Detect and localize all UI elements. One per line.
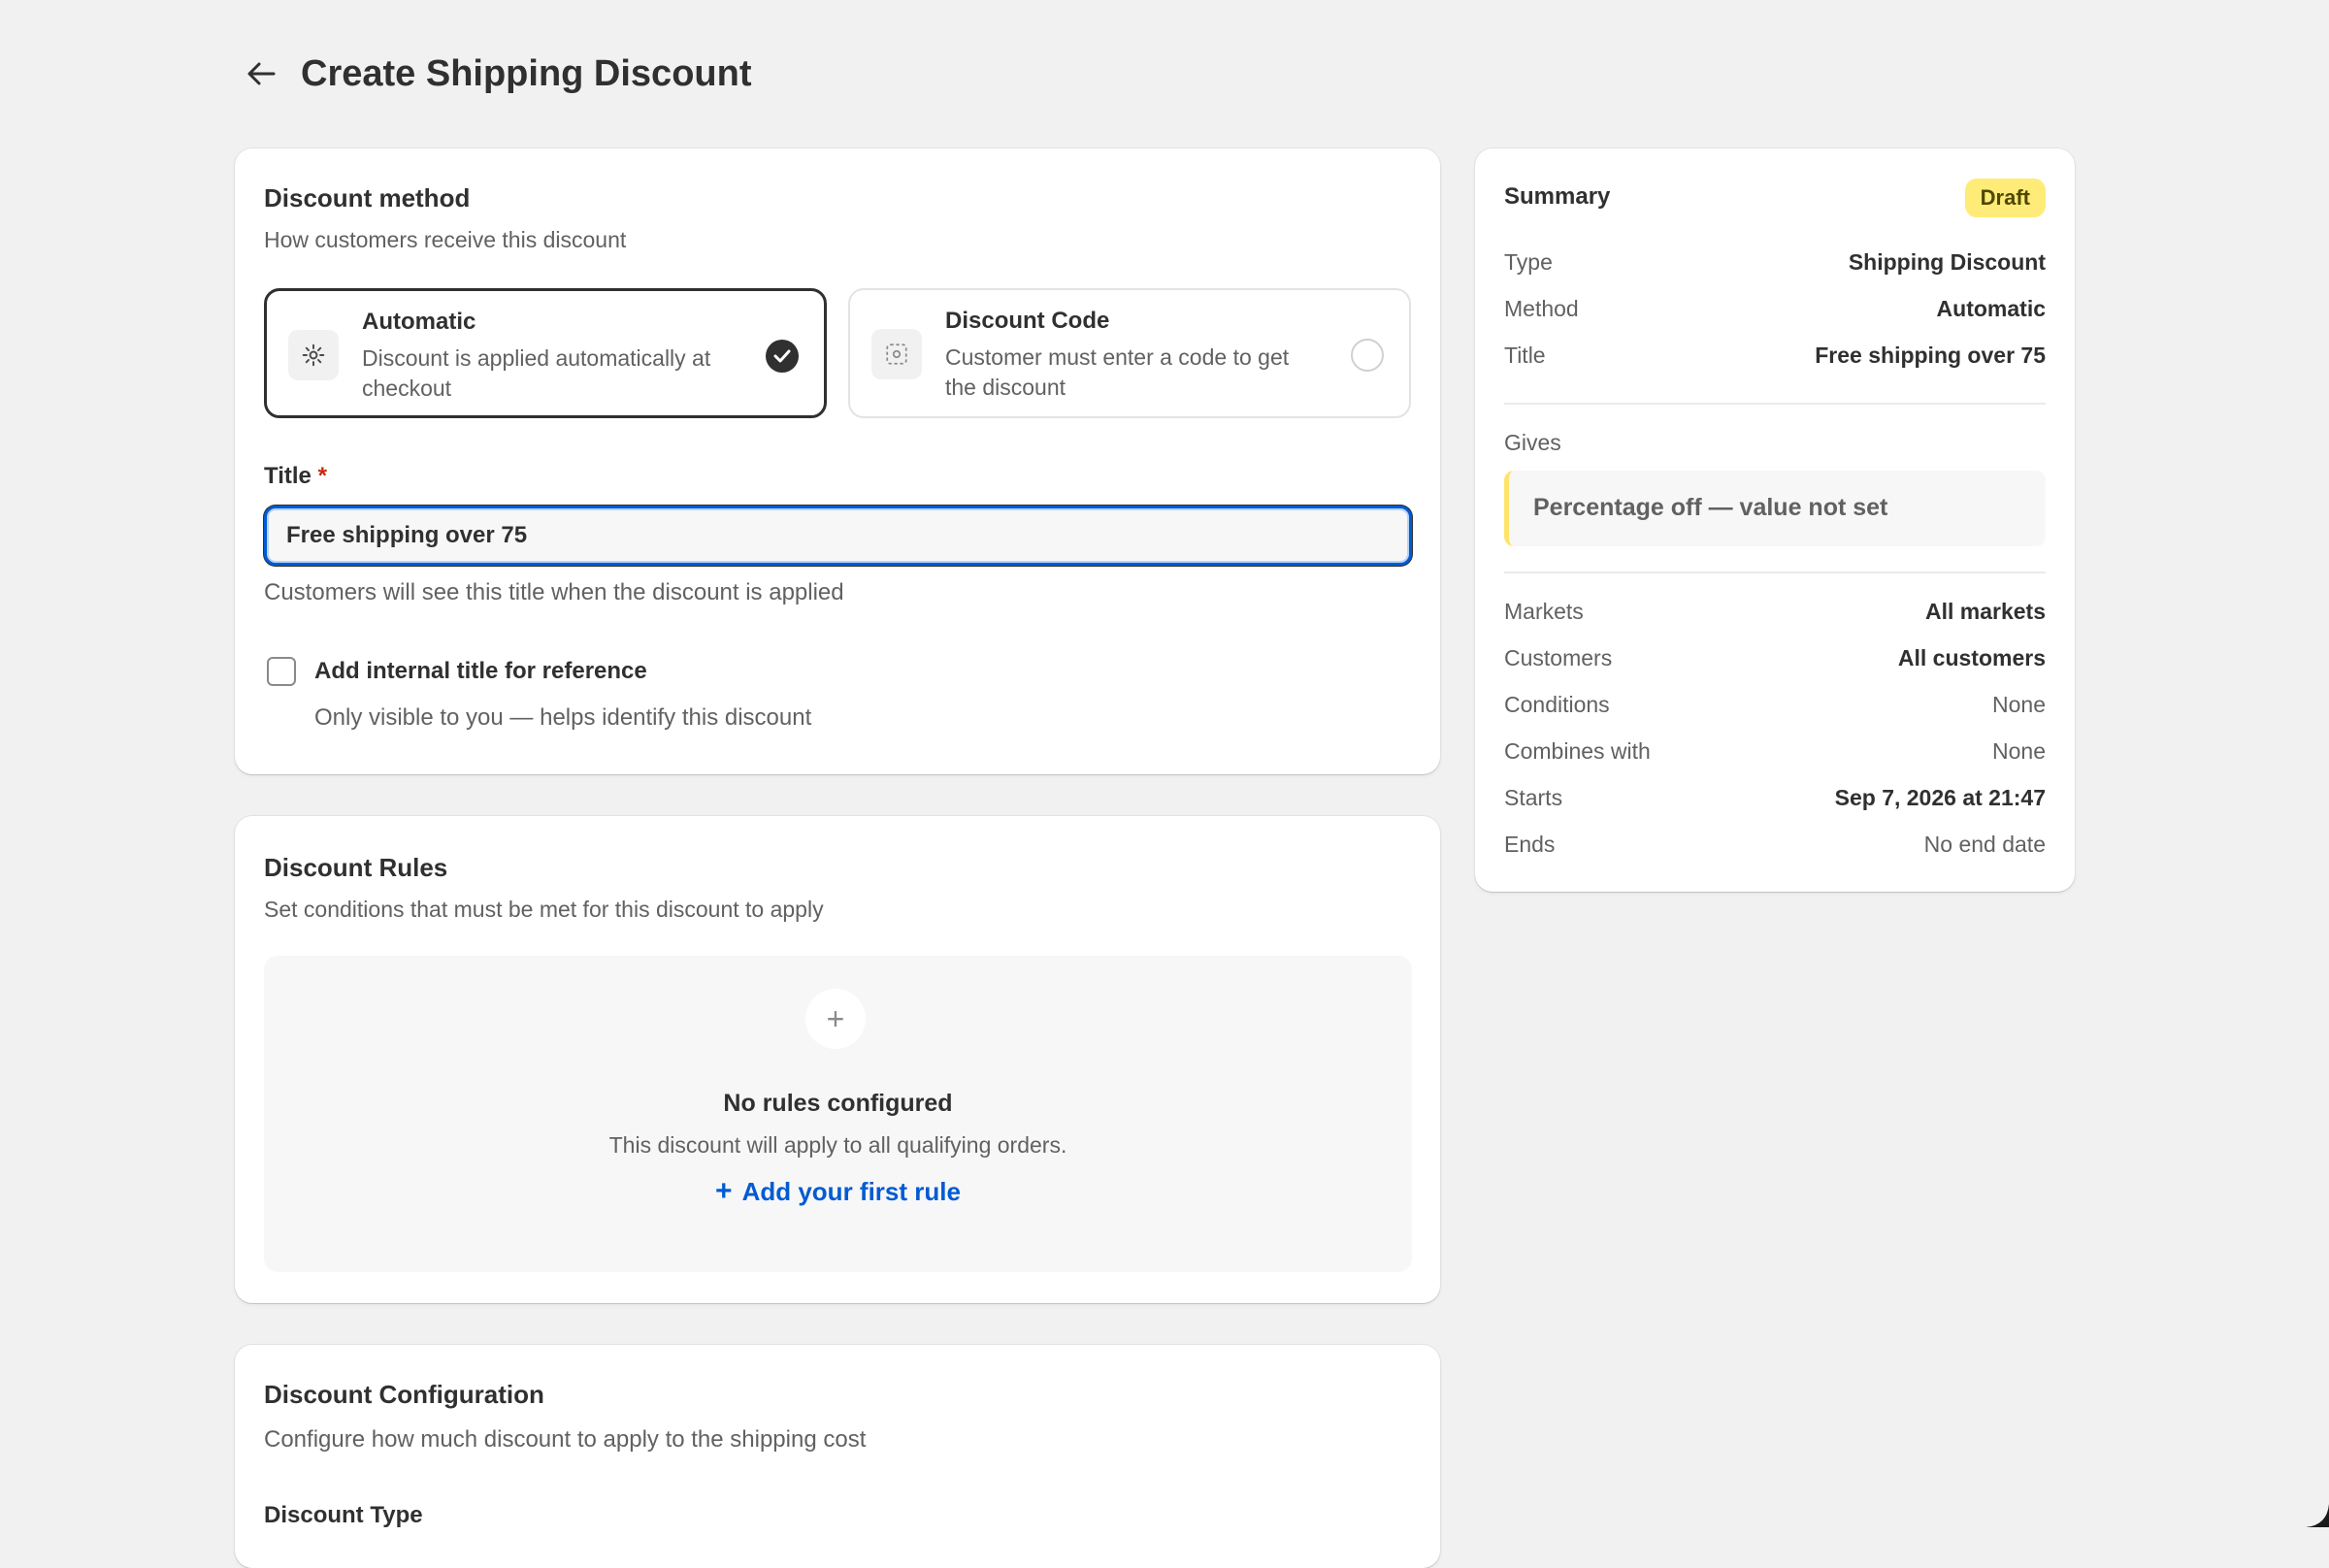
back-button[interactable]: [243, 47, 279, 101]
plus-icon: +: [715, 1175, 733, 1207]
summary-row-customers: Customers All customers: [1504, 645, 2046, 678]
option-title: Automatic: [362, 309, 476, 335]
summary-title: Summary: [1504, 183, 1611, 210]
window-corner: [2306, 1504, 2329, 1527]
gives-value: Percentage off — value not set: [1533, 494, 1888, 521]
radio-unselected[interactable]: [1351, 339, 1384, 372]
summary-value: Shipping Discount: [1848, 249, 2046, 275]
option-title: Discount Code: [945, 308, 1110, 334]
rules-empty-state: + No rules configured This discount will…: [264, 956, 1412, 1272]
summary-value: Sep 7, 2026 at 21:47: [1834, 785, 2046, 810]
card-subtitle: Configure how much discount to apply to …: [264, 1426, 867, 1453]
summary-card: Summary Draft Type Shipping Discount Met…: [1475, 148, 2075, 892]
summary-value: All markets: [1924, 599, 2046, 624]
title-label-text: Title: [264, 463, 312, 489]
summary-value: Automatic: [1936, 296, 2046, 321]
divider: [1504, 403, 2046, 405]
divider: [1504, 572, 2046, 573]
summary-value: None: [1992, 692, 2046, 717]
summary-key: Starts: [1504, 785, 1563, 810]
summary-gives-label-row: Gives: [1504, 430, 2046, 463]
gives-label: Gives: [1504, 430, 1561, 455]
card-title: Discount Rules: [264, 853, 448, 882]
empty-state-subtitle: This discount will apply to all qualifyi…: [608, 1132, 1067, 1158]
code-icon: [871, 329, 922, 379]
summary-key: Method: [1504, 296, 1579, 321]
card-title: Discount Configuration: [264, 1380, 544, 1409]
title-helper-text: Customers will see this title when the d…: [264, 579, 844, 605]
title-input[interactable]: [264, 506, 1412, 566]
summary-key: Markets: [1504, 599, 1584, 624]
page-title: Create Shipping Discount: [301, 52, 752, 94]
summary-row-starts: Starts Sep 7, 2026 at 21:47: [1504, 785, 2046, 818]
summary-key: Type: [1504, 249, 1553, 275]
summary-row-method: Method Automatic: [1504, 296, 2046, 329]
card-title: Discount method: [264, 183, 471, 212]
internal-title-helper: Only visible to you — helps identify thi…: [314, 704, 812, 731]
summary-value: Free shipping over 75: [1815, 343, 2046, 368]
arrow-left-icon: [247, 62, 276, 85]
option-description: Discount is applied automatically at che…: [362, 345, 711, 401]
summary-row-markets: Markets All markets: [1504, 599, 2046, 632]
summary-key: Customers: [1504, 645, 1613, 670]
option-description: Customer must enter a code to get the di…: [945, 344, 1290, 400]
card-subtitle: How customers receive this discount: [264, 227, 627, 252]
add-rule-label: Add your first rule: [741, 1177, 961, 1206]
add-first-rule-button[interactable]: + Add your first rule: [264, 1175, 1412, 1208]
required-mark: *: [317, 463, 327, 489]
internal-title-checkbox[interactable]: [267, 657, 296, 686]
card-subtitle: Set conditions that must be met for this…: [264, 897, 824, 922]
summary-value: No end date: [1923, 832, 2046, 857]
summary-key: Conditions: [1504, 692, 1610, 717]
summary-row-type: Type Shipping Discount: [1504, 249, 2046, 282]
summary-key: Ends: [1504, 832, 1556, 857]
status-badge: Draft: [1964, 179, 2046, 217]
summary-key: Title: [1504, 343, 1546, 368]
method-option-discount-code[interactable]: Discount Code Customer must enter a code…: [848, 288, 1411, 418]
method-option-automatic[interactable]: Automatic Discount is applied automatica…: [264, 288, 827, 418]
empty-state-title: No rules configured: [723, 1090, 953, 1117]
internal-title-label[interactable]: Add internal title for reference: [314, 658, 647, 685]
summary-row-conditions: Conditions None: [1504, 692, 2046, 725]
summary-value: None: [1992, 738, 2046, 764]
discount-configuration-card: Discount Configuration Configure how muc…: [235, 1345, 1440, 1568]
gives-box: Percentage off — value not set: [1504, 471, 2046, 546]
gear-icon: [288, 330, 339, 380]
summary-row-title: Title Free shipping over 75: [1504, 343, 2046, 376]
summary-key: Combines with: [1504, 738, 1651, 764]
plus-icon: +: [805, 989, 866, 1049]
discount-type-label: Discount Type: [264, 1502, 423, 1528]
page-header: Create Shipping Discount: [243, 47, 751, 101]
radio-selected-check-icon[interactable]: [766, 340, 799, 373]
title-field-label: Title *: [264, 463, 327, 490]
summary-row-combines-with: Combines with None: [1504, 738, 2046, 771]
summary-value: All customers: [1897, 645, 2046, 670]
summary-row-ends: Ends No end date: [1504, 832, 2046, 865]
